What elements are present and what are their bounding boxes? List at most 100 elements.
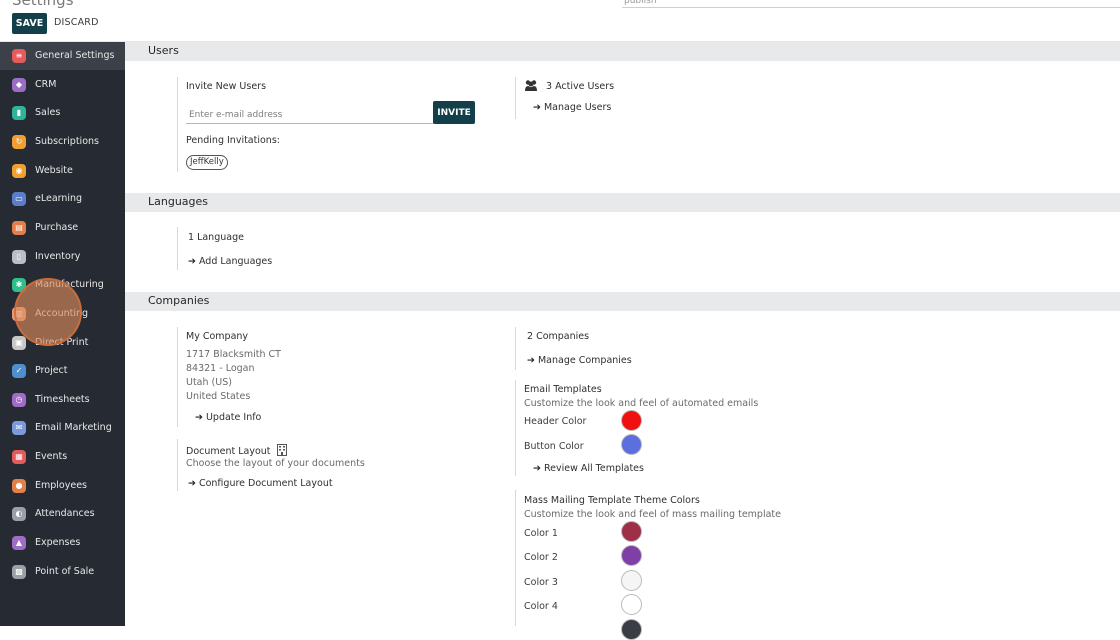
add-languages-link[interactable]: ➔ Add Languages xyxy=(188,256,272,267)
update-info-link[interactable]: ➔ Update Info xyxy=(195,412,261,423)
arrow-right-icon: ➔ xyxy=(188,478,196,489)
inventory-app-icon: ▯ xyxy=(12,249,26,264)
sidebar-item-subscriptions[interactable]: ↻ Subscriptions xyxy=(0,128,125,156)
document-layout-title: Document Layout xyxy=(186,444,287,459)
color-4-label: Color 4 xyxy=(524,601,558,612)
sidebar-item-inventory[interactable]: ▯ Inventory xyxy=(0,243,125,271)
configure-layout-label: Configure Document Layout xyxy=(198,478,333,489)
header-color-label: Header Color xyxy=(524,416,587,427)
invite-label: Invite New Users xyxy=(186,81,267,92)
color-1-swatch[interactable] xyxy=(621,521,642,542)
sidebar-item-label: Website xyxy=(35,164,73,176)
arrow-right-icon: ➔ xyxy=(527,355,535,366)
color-1-label: Color 1 xyxy=(524,528,558,539)
email-input[interactable] xyxy=(186,106,434,124)
timesheets-app-icon: ◷ xyxy=(12,392,26,407)
divider xyxy=(515,327,516,370)
company-name: My Company xyxy=(186,331,249,342)
sidebar-item-expenses[interactable]: ▲ Expenses xyxy=(0,529,125,557)
sidebar-item-events[interactable]: ▦ Events xyxy=(0,443,125,471)
divider xyxy=(515,77,516,119)
color-4-swatch[interactable] xyxy=(621,594,642,615)
color-2-label: Color 2 xyxy=(524,552,558,563)
manage-users-link[interactable]: ➔ Manage Users xyxy=(533,102,611,113)
sidebar-item-general-settings[interactable]: ≡ General Settings xyxy=(0,42,125,70)
sidebar-item-point-of-sale[interactable]: ▩ Point of Sale xyxy=(0,558,125,586)
general-settings-app-icon: ≡ xyxy=(12,49,26,63)
sidebar-item-label: Point of Sale xyxy=(35,565,95,577)
sidebar-item-label: Expenses xyxy=(35,537,81,549)
review-templates-label: Review All Templates xyxy=(543,463,644,474)
sidebar-item-label: Timesheets xyxy=(35,393,90,405)
direct-print-app-icon: ▣ xyxy=(12,335,26,350)
divider xyxy=(177,327,178,427)
purchase-app-icon: ▤ xyxy=(12,220,26,235)
attendances-app-icon: ◐ xyxy=(12,507,26,522)
button-color-swatch[interactable] xyxy=(621,434,642,455)
sidebar-item-label: Events xyxy=(35,451,68,463)
section-companies: Companies xyxy=(125,292,1120,311)
top-bar: Settings publish SAVE DISCARD xyxy=(0,0,1120,42)
sidebar-item-employees[interactable]: ● Employees xyxy=(0,472,125,500)
divider xyxy=(177,227,178,270)
crm-app-icon: ◆ xyxy=(12,77,26,92)
color-5-swatch[interactable] xyxy=(621,619,642,640)
document-layout-desc: Choose the layout of your documents xyxy=(186,458,365,469)
configure-layout-link[interactable]: ➔ Configure Document Layout xyxy=(188,478,333,489)
color-3-swatch[interactable] xyxy=(621,570,642,591)
section-users: Users xyxy=(125,42,1120,61)
expenses-app-icon: ▲ xyxy=(12,536,26,551)
sidebar-item-crm[interactable]: ◆ CRM xyxy=(0,71,125,99)
sidebar-item-project[interactable]: ✓ Project xyxy=(0,357,125,385)
language-count: 1 Language xyxy=(188,232,244,243)
sidebar-item-label: Employees xyxy=(35,479,87,491)
arrow-right-icon: ➔ xyxy=(533,102,541,113)
discard-button[interactable]: DISCARD xyxy=(54,17,99,28)
manage-companies-link[interactable]: ➔ Manage Companies xyxy=(527,355,632,366)
save-button[interactable]: SAVE xyxy=(12,13,47,34)
email-marketing-app-icon: ✉ xyxy=(12,421,26,436)
sidebar-item-label: Attendances xyxy=(35,508,95,520)
address-line: Utah (US) xyxy=(186,377,232,388)
address-line: 1717 Blacksmith CT xyxy=(186,349,281,360)
arrow-right-icon: ➔ xyxy=(188,256,196,267)
companies-count: 2 Companies xyxy=(527,331,590,342)
sidebar-item-email-marketing[interactable]: ✉ Email Marketing xyxy=(0,414,125,442)
sidebar-item-label: Email Marketing xyxy=(35,422,112,434)
section-languages: Languages xyxy=(125,193,1120,212)
divider xyxy=(177,77,178,172)
sidebar-item-timesheets[interactable]: ◷ Timesheets xyxy=(0,386,125,414)
color-3-label: Color 3 xyxy=(524,577,558,588)
project-app-icon: ✓ xyxy=(12,364,26,379)
section-title: Languages xyxy=(148,195,209,208)
subscriptions-app-icon: ↻ xyxy=(12,134,26,149)
mass-mailing-desc: Customize the look and feel of mass mail… xyxy=(524,509,781,520)
active-users-count: 3 Active Users xyxy=(546,81,615,92)
page-title: Settings xyxy=(12,0,74,9)
users-icon xyxy=(524,79,538,95)
divider xyxy=(177,439,178,491)
sidebar-item-elearning[interactable]: ▭ eLearning xyxy=(0,185,125,213)
pending-user-badge[interactable]: JeffKelly xyxy=(186,155,228,170)
sidebar-item-website[interactable]: ◉ Website xyxy=(0,157,125,185)
invite-button[interactable]: INVITE xyxy=(433,101,475,124)
divider xyxy=(515,380,516,476)
header-color-swatch[interactable] xyxy=(621,410,642,431)
address-line: 84321 - Logan xyxy=(186,363,255,374)
review-templates-link[interactable]: ➔ Review All Templates xyxy=(533,463,644,474)
sidebar-item-label: Project xyxy=(35,365,68,377)
sidebar-item-purchase[interactable]: ▤ Purchase xyxy=(0,214,125,242)
color-2-swatch[interactable] xyxy=(621,545,642,566)
website-app-icon: ◉ xyxy=(12,163,26,178)
sidebar-item-attendances[interactable]: ◐ Attendances xyxy=(0,500,125,528)
sidebar-item-label: Inventory xyxy=(35,250,81,262)
search-input[interactable]: publish xyxy=(622,0,1120,8)
sidebar-item-label: Purchase xyxy=(35,221,79,233)
section-title: Companies xyxy=(148,294,210,307)
update-info-label: Update Info xyxy=(205,412,262,423)
arrow-right-icon: ➔ xyxy=(195,412,203,423)
sidebar-item-label: CRM xyxy=(35,78,57,90)
sidebar-item-sales[interactable]: ▮ Sales xyxy=(0,99,125,127)
point-of-sale-app-icon: ▩ xyxy=(12,564,26,579)
sidebar-item-label: eLearning xyxy=(35,193,83,205)
